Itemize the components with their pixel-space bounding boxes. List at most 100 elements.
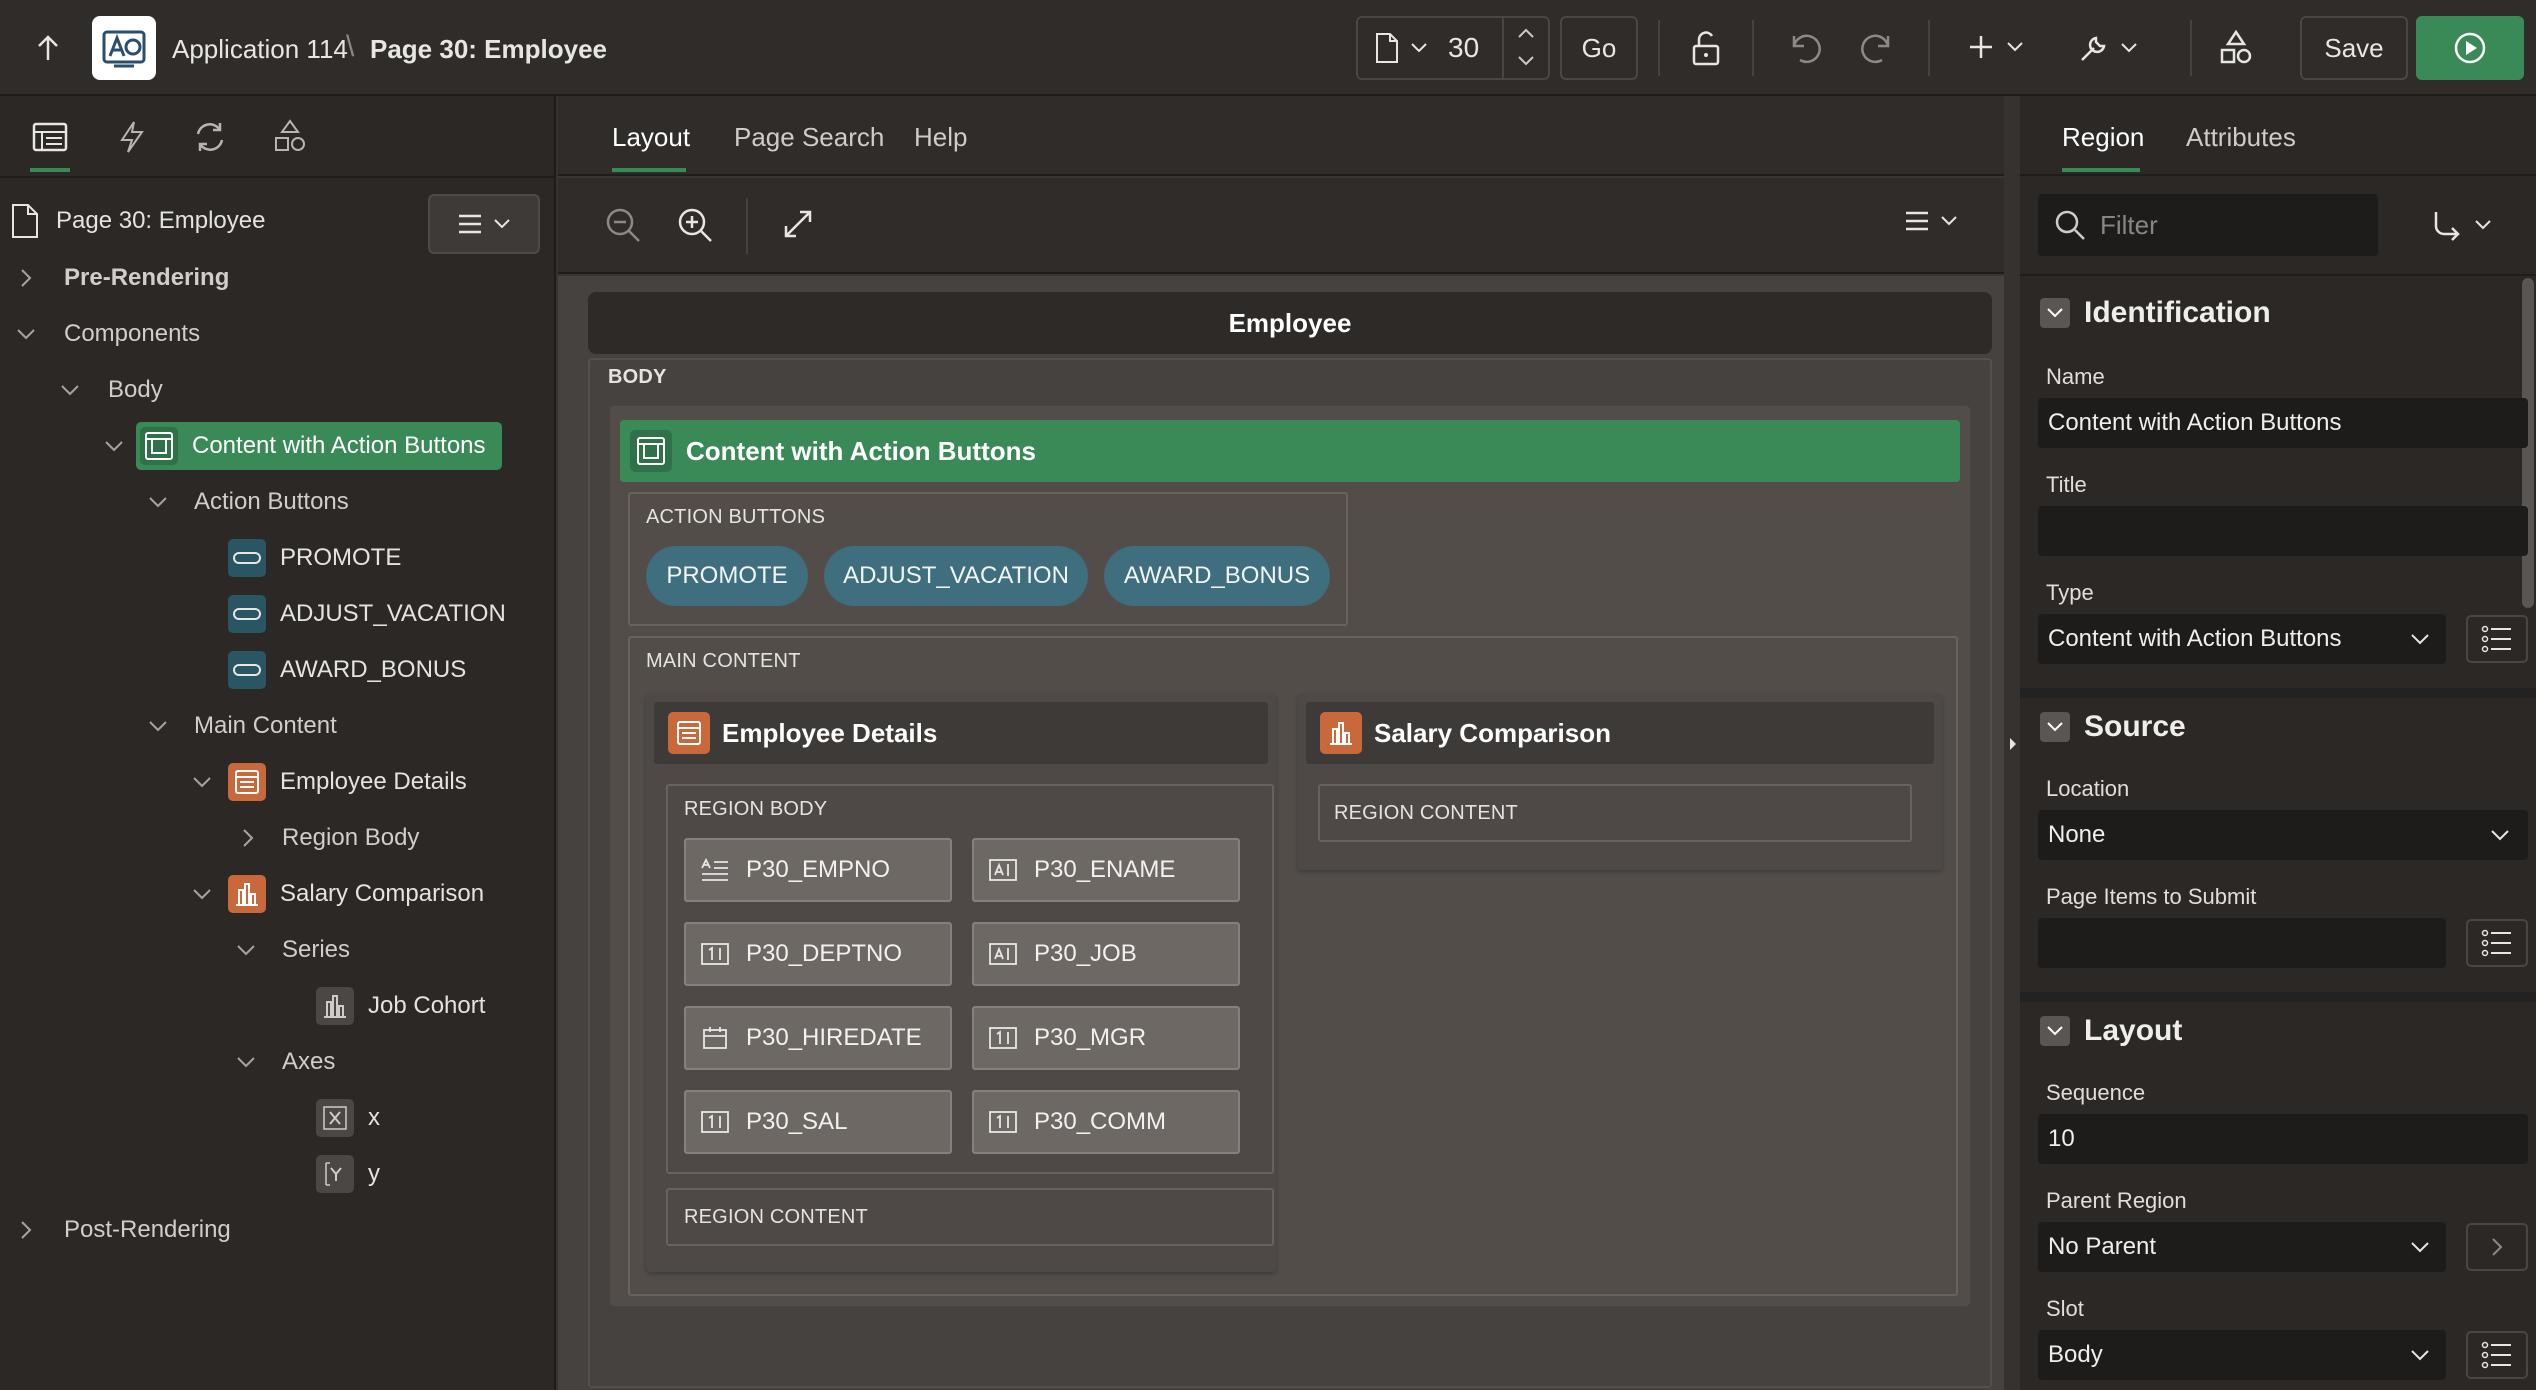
search-icon — [2055, 210, 2085, 240]
tree-node-content-region[interactable]: Content with Action Buttons — [102, 421, 502, 471]
tree-node-job-cohort[interactable]: Job Cohort — [316, 981, 485, 1031]
save-button[interactable]: Save — [2300, 16, 2408, 80]
app-name-link[interactable]: Application 114 — [172, 34, 348, 65]
goto-group-menu[interactable] — [2430, 208, 2492, 242]
page-item[interactable]: P30_JOB — [972, 922, 1240, 986]
source-section-toggle[interactable]: Source — [2040, 710, 2186, 744]
tree-node-salary-comparison[interactable]: Salary Comparison — [190, 869, 484, 919]
layout-menu-button[interactable] — [1904, 210, 1958, 232]
utilities-menu-button[interactable] — [2076, 30, 2138, 66]
up-arrow-icon[interactable] — [30, 30, 66, 66]
chevron-down-icon — [2411, 1242, 2429, 1253]
tree-node-axis-y[interactable]: y — [316, 1149, 380, 1199]
tree-node-employee-details[interactable]: Employee Details — [190, 757, 467, 807]
tree-node-button[interactable]: AWARD_BONUS — [228, 645, 466, 695]
page-item[interactable]: P30_SAL — [684, 1090, 952, 1154]
tree-view-menu-button[interactable] — [428, 194, 540, 254]
parent-region-value: No Parent — [2048, 1233, 2157, 1260]
type-select[interactable]: Content with Action Buttons — [2038, 614, 2446, 664]
page-item[interactable]: P30_HIREDATE — [684, 1006, 952, 1070]
zoom-in-icon[interactable] — [676, 206, 714, 244]
shared-components-icon[interactable] — [2216, 28, 2256, 68]
award-bonus-button[interactable]: AWARD_BONUS — [1104, 546, 1330, 606]
tree-node-series[interactable]: Series — [234, 925, 350, 975]
filter-input[interactable]: Filter — [2038, 194, 2378, 256]
expand-icon[interactable] — [780, 206, 816, 242]
tree-label: PROMOTE — [280, 544, 402, 571]
tree-node-action-buttons[interactable]: Action Buttons — [146, 477, 349, 527]
page-item[interactable]: P30_DEPTNO — [684, 922, 952, 986]
chevron-down-icon — [237, 945, 255, 956]
zoom-out-icon[interactable] — [604, 206, 642, 244]
tab-layout[interactable]: Layout — [612, 122, 690, 153]
tab-help[interactable]: Help — [914, 122, 967, 153]
tree-node-post-rendering[interactable]: Post-Rendering — [14, 1205, 231, 1255]
tree-label: Region Body — [282, 824, 420, 851]
main-content-label: MAIN CONTENT — [646, 650, 801, 672]
page-up-icon[interactable] — [1516, 26, 1536, 40]
page-selector[interactable]: 30 — [1356, 16, 1550, 80]
run-page-button[interactable] — [2416, 16, 2524, 80]
rendering-tab-icon[interactable] — [32, 122, 68, 152]
slot-select[interactable]: Body — [2038, 1330, 2446, 1380]
type-list-button[interactable] — [2466, 615, 2528, 663]
title-field[interactable] — [2038, 506, 2528, 556]
tree-page-node[interactable]: Page 30: Employee — [10, 196, 265, 246]
tree-node-pre-rendering[interactable]: Pre-Rendering — [14, 253, 229, 303]
undo-icon[interactable] — [1786, 30, 1824, 66]
go-to-parent-button[interactable] — [2466, 1223, 2528, 1271]
redo-icon[interactable] — [1858, 30, 1896, 66]
region-title-bar[interactable]: Content with Action Buttons — [620, 420, 1960, 482]
tab-page-search[interactable]: Page Search — [734, 122, 884, 153]
page-items-list-button[interactable] — [2466, 919, 2528, 967]
tree-node-body[interactable]: Body — [58, 365, 163, 415]
tree-node-button[interactable]: PROMOTE — [228, 533, 401, 583]
tree-node-axes[interactable]: Axes — [234, 1037, 335, 1087]
go-button[interactable]: Go — [1560, 16, 1638, 80]
employee-details-header[interactable]: Employee Details — [654, 702, 1268, 764]
parent-region-select[interactable]: No Parent — [2038, 1222, 2446, 1272]
page-item[interactable]: P30_MGR — [972, 1006, 1240, 1070]
tree-node-button[interactable]: ADJUST_VACATION — [228, 589, 506, 639]
shared-components-tab-icon[interactable] — [272, 118, 308, 154]
page-item[interactable]: P30_COMM — [972, 1090, 1240, 1154]
section-title: Layout — [2084, 1014, 2183, 1047]
chart-icon — [228, 875, 266, 913]
lock-icon[interactable] — [1686, 28, 1726, 68]
chevron-right-icon — [2492, 1238, 2503, 1256]
page-header-bar[interactable]: Employee — [588, 292, 1992, 354]
tree-node-main-content[interactable]: Main Content — [146, 701, 337, 751]
tab-attributes[interactable]: Attributes — [2186, 122, 2296, 153]
region-content-label: REGION CONTENT — [1334, 802, 1518, 824]
item-label: P30_SAL — [746, 1108, 848, 1135]
dynamic-actions-tab-icon[interactable] — [116, 120, 148, 154]
adjust-vacation-button[interactable]: ADJUST_VACATION — [824, 546, 1088, 606]
right-splitter[interactable] — [2004, 96, 2020, 1390]
salary-comparison-header[interactable]: Salary Comparison — [1306, 702, 1934, 764]
page-number[interactable]: 30 — [1448, 32, 1479, 64]
tree-node-axis-x[interactable]: x — [316, 1093, 380, 1143]
slot-list-button[interactable] — [2466, 1331, 2528, 1379]
identification-section-toggle[interactable]: Identification — [2040, 296, 2271, 330]
location-select[interactable]: None — [2038, 810, 2528, 860]
calendar-icon — [703, 1027, 727, 1049]
sequence-field[interactable]: 10 — [2038, 1114, 2528, 1164]
create-menu-button[interactable] — [1966, 32, 2024, 62]
app-logo-icon[interactable] — [92, 16, 156, 80]
processing-tab-icon[interactable] — [192, 120, 228, 154]
promote-button[interactable]: PROMOTE — [646, 546, 808, 606]
tab-region[interactable]: Region — [2062, 122, 2144, 153]
layout-section-toggle[interactable]: Layout — [2040, 1014, 2182, 1048]
page-down-icon[interactable] — [1516, 54, 1536, 68]
name-field[interactable]: Content with Action Buttons — [2038, 398, 2528, 448]
page-item[interactable]: P30_ENAME — [972, 838, 1240, 902]
tree-label: Content with Action Buttons — [192, 432, 486, 459]
tree-node-components[interactable]: Components — [14, 309, 200, 359]
chevron-down-icon — [2040, 298, 2070, 328]
page-items-submit-field[interactable] — [2038, 918, 2446, 968]
page-item[interactable]: P30_EMPNO — [684, 838, 952, 902]
plus-icon — [1970, 36, 1992, 58]
page-title: Page 30: Employee — [370, 34, 607, 64]
breadcrumb-separator: \ — [346, 30, 355, 63]
tree-node-region-body[interactable]: Region Body — [236, 813, 419, 863]
